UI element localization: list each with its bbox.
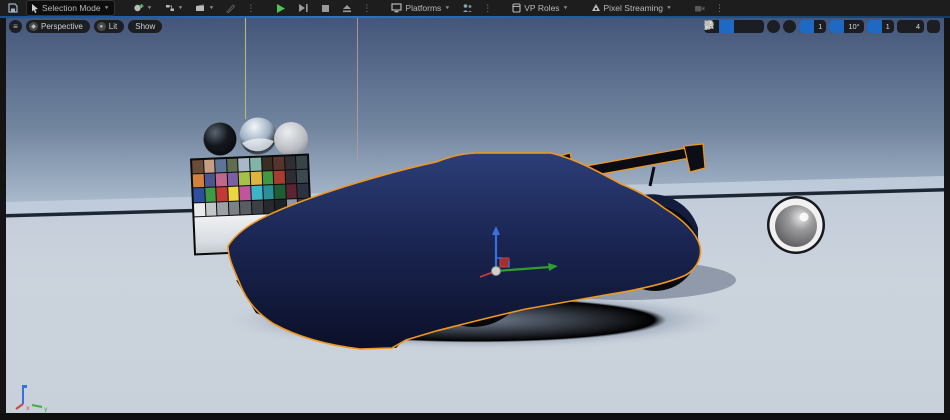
perspective-icon: ◆ (29, 22, 38, 31)
edit-tool-button[interactable] (222, 2, 240, 14)
add-actor-icon (133, 3, 144, 13)
skip-icon (298, 3, 309, 13)
scale-snap-toggle[interactable] (867, 20, 882, 33)
chevron-down-icon: ▼ (563, 6, 569, 11)
edit-icon (226, 3, 236, 13)
skip-button[interactable] (294, 2, 313, 14)
gizmo-plane-handle[interactable] (500, 258, 509, 267)
main-toolbar: Selection Mode ▼ ▼ ▼ ▼ ⋮ (0, 0, 950, 16)
play-button[interactable] (271, 2, 290, 15)
chevron-down-icon: ▼ (178, 6, 184, 11)
maximize-viewport-button[interactable] (927, 20, 940, 33)
platforms-dropdown[interactable]: Platforms ▼ (387, 2, 454, 14)
platforms-monitor-icon (391, 3, 402, 13)
view-mode-dropdown[interactable]: ● Lit (94, 20, 124, 33)
add-actor-button[interactable]: ▼ (129, 2, 157, 14)
quad-view-icon (704, 20, 713, 29)
camera-options-menu[interactable]: ⋮ (713, 3, 726, 14)
world-coordinate-toggle[interactable] (767, 20, 780, 33)
camera-speed-group: 4 (897, 20, 924, 33)
scale-snap-group: 1 (867, 20, 894, 33)
multi-user-icon (462, 3, 473, 13)
status-bar (0, 413, 950, 420)
overflow-menu[interactable]: ⋮ (244, 3, 257, 14)
modes-dropdown[interactable]: Selection Mode ▼ (26, 0, 115, 16)
rotation-snap-toggle[interactable] (829, 20, 844, 33)
surface-snapping-button[interactable] (783, 20, 796, 33)
scale-snap-value[interactable]: 1 (882, 22, 894, 31)
perspective-dropdown[interactable]: ◆ Perspective (26, 20, 90, 33)
viewport-canvas[interactable]: x y (6, 18, 944, 413)
lit-icon: ● (97, 22, 106, 31)
play-icon (275, 3, 286, 14)
perspective-label: Perspective (41, 22, 83, 31)
pixel-streaming-dropdown[interactable]: Pixel Streaming ▼ (587, 2, 676, 14)
multi-user-button[interactable] (458, 2, 477, 14)
grid-snap-value[interactable]: 1 (814, 22, 826, 31)
platforms-label: Platforms (405, 3, 441, 13)
blueprints-button[interactable]: ▼ (161, 2, 188, 14)
stop-button[interactable] (317, 3, 334, 14)
cinematics-button[interactable]: ▼ (191, 2, 218, 14)
save-button[interactable] (4, 2, 22, 14)
pixel-streaming-label: Pixel Streaming (604, 3, 664, 13)
blueprints-icon (165, 3, 175, 13)
eject-button[interactable] (338, 2, 356, 14)
grid-snap-toggle[interactable] (799, 20, 814, 33)
scale-tool-button[interactable] (749, 20, 764, 33)
viewport-options-menu[interactable]: ≡ (9, 20, 22, 33)
grid-snap-group: 1 (799, 20, 826, 33)
multi-user-menu[interactable]: ⋮ (481, 3, 494, 14)
cinematics-icon (195, 3, 205, 13)
window-edge-left (0, 18, 6, 420)
show-dropdown[interactable]: Show (128, 20, 162, 33)
modes-label: Selection Mode (42, 3, 101, 13)
chevron-down-icon: ▼ (104, 6, 110, 11)
virtual-camera-button[interactable] (690, 3, 709, 14)
window-edge-right (944, 18, 950, 420)
play-options-menu[interactable]: ⋮ (360, 3, 373, 14)
rotate-tool-button[interactable] (734, 20, 749, 33)
vp-roles-icon (512, 3, 521, 13)
chevron-down-icon: ▼ (666, 6, 672, 11)
vp-roles-dropdown[interactable]: VP Roles ▼ (508, 2, 572, 14)
toolbar-accent-line (0, 16, 950, 18)
scene-foreground (6, 18, 944, 413)
vp-roles-label: VP Roles (524, 3, 559, 13)
rotation-snap-group: 10° (829, 20, 863, 33)
camera-speed-button[interactable] (897, 20, 912, 33)
move-tool-button[interactable] (719, 20, 734, 33)
cursor-icon (31, 4, 39, 13)
chevron-down-icon: ▼ (444, 6, 450, 11)
gizmo-center[interactable] (492, 267, 501, 276)
pixel-streaming-icon (591, 3, 601, 13)
show-label: Show (135, 22, 155, 31)
chevron-down-icon: ▼ (208, 6, 214, 11)
camera-icon (694, 4, 705, 13)
lit-label: Lit (109, 22, 117, 31)
eject-icon (342, 3, 352, 13)
rotation-snap-value[interactable]: 10° (844, 22, 863, 31)
stop-icon (321, 4, 330, 13)
chevron-down-icon: ▼ (147, 6, 153, 11)
camera-speed-value[interactable]: 4 (912, 22, 924, 31)
save-icon (8, 3, 18, 13)
